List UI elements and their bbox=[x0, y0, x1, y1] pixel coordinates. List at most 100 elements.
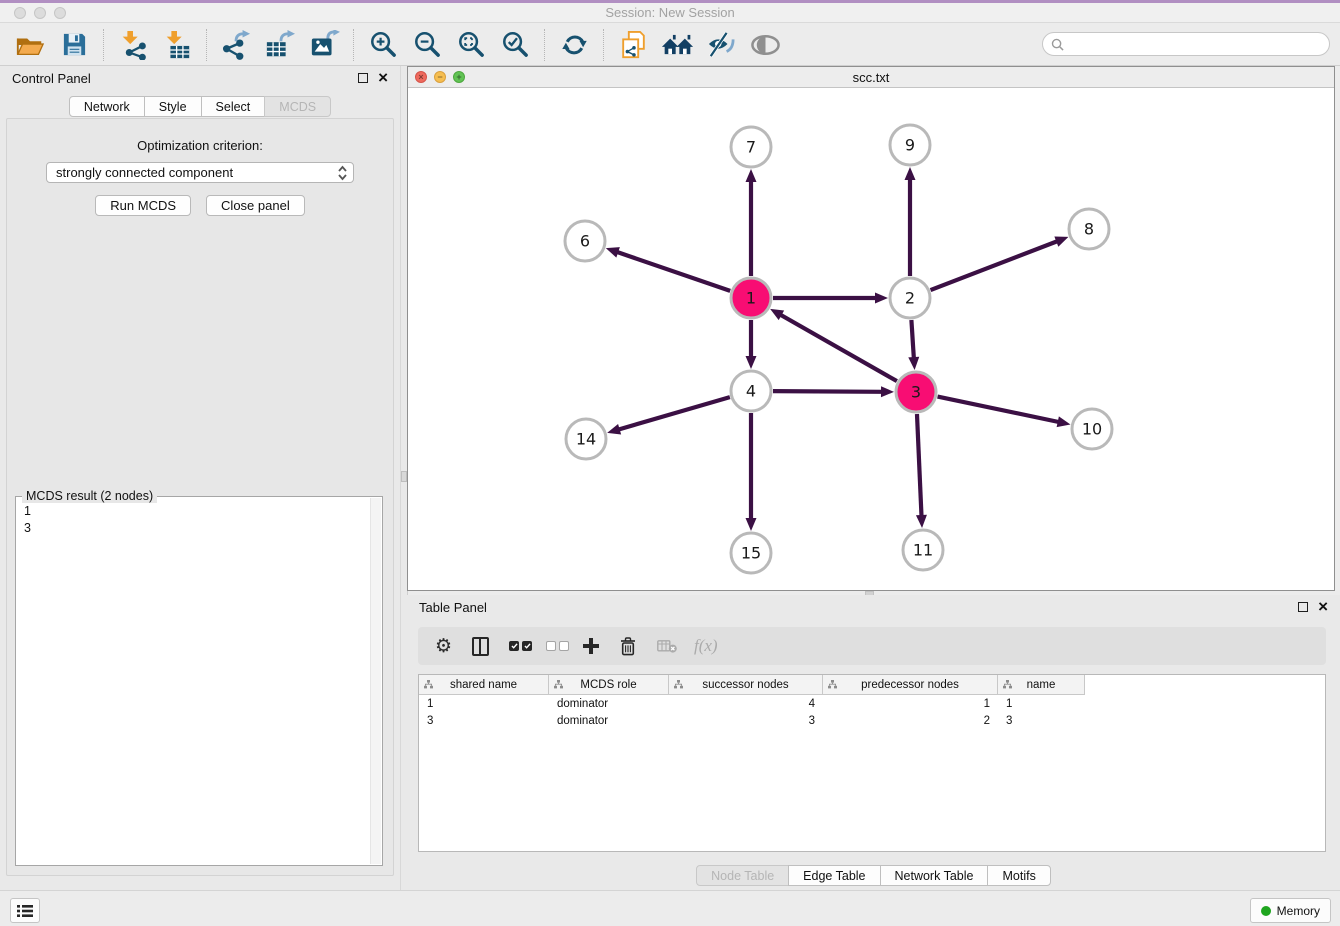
graph-node-14[interactable]: 14 bbox=[566, 419, 606, 459]
close-panel-button[interactable]: Close panel bbox=[206, 195, 305, 216]
select-all-rows-button[interactable] bbox=[509, 641, 546, 651]
import-network-button[interactable] bbox=[116, 28, 150, 62]
graph-edge-3-1[interactable] bbox=[781, 315, 897, 381]
task-history-button[interactable] bbox=[10, 898, 40, 923]
tab-network-table[interactable]: Network Table bbox=[880, 865, 989, 886]
table-cell[interactable]: 1 bbox=[823, 698, 998, 710]
delete-rows-button[interactable] bbox=[620, 637, 657, 656]
export-table-button[interactable] bbox=[263, 28, 297, 62]
tab-style[interactable]: Style bbox=[144, 96, 202, 117]
show-hide-style-button[interactable] bbox=[704, 28, 738, 62]
column-header-shared-name[interactable]: shared name bbox=[419, 675, 549, 694]
table-cell[interactable]: 1 bbox=[419, 698, 549, 710]
minimize-traffic-light[interactable]: − bbox=[434, 71, 446, 83]
graph-node-4[interactable]: 4 bbox=[731, 371, 771, 411]
graph-node-3[interactable]: 3 bbox=[896, 372, 936, 412]
search-input[interactable] bbox=[1070, 37, 1320, 51]
zoom-in-button[interactable] bbox=[366, 28, 400, 62]
svg-text:2: 2 bbox=[905, 289, 915, 308]
tab-network[interactable]: Network bbox=[69, 96, 145, 117]
column-header-name[interactable]: name bbox=[998, 675, 1085, 694]
network-window-titlebar[interactable]: × − + scc.txt bbox=[408, 67, 1334, 88]
memory-button[interactable]: Memory bbox=[1250, 898, 1331, 923]
graph-edge-2-8[interactable] bbox=[931, 241, 1058, 290]
graph-edge-3-11[interactable] bbox=[917, 414, 922, 516]
table-cell[interactable]: 2 bbox=[823, 715, 998, 727]
zoom-fit-button[interactable] bbox=[454, 28, 488, 62]
table-settings-button[interactable]: ⚙ bbox=[435, 635, 472, 657]
graph-node-15[interactable]: 15 bbox=[731, 533, 771, 573]
criterion-dropdown[interactable]: strongly connected component bbox=[46, 162, 354, 183]
graph-node-6[interactable]: 6 bbox=[565, 221, 605, 261]
graph-node-7[interactable]: 7 bbox=[731, 127, 771, 167]
mcds-result-textarea[interactable]: 13 bbox=[17, 499, 369, 864]
apply-layout-button[interactable] bbox=[557, 28, 591, 62]
graph-node-9[interactable]: 9 bbox=[890, 125, 930, 165]
close-traffic-light[interactable] bbox=[14, 7, 26, 19]
graph-edge-3-10[interactable] bbox=[938, 397, 1059, 422]
table-cell[interactable]: dominator bbox=[549, 715, 669, 727]
graph-node-10[interactable]: 10 bbox=[1072, 409, 1112, 449]
run-mcds-button[interactable]: Run MCDS bbox=[95, 195, 191, 216]
edge-arrowhead bbox=[916, 515, 927, 528]
search-field[interactable] bbox=[1042, 32, 1330, 56]
column-header-predecessor-nodes[interactable]: predecessor nodes bbox=[823, 675, 998, 694]
table-row[interactable]: 3dominator323 bbox=[419, 712, 1325, 729]
table-cell[interactable]: 3 bbox=[998, 715, 1085, 727]
graph-node-2[interactable]: 2 bbox=[890, 278, 930, 318]
zoom-selected-button[interactable] bbox=[498, 28, 532, 62]
zoom-traffic-light[interactable]: + bbox=[453, 71, 465, 83]
tab-mcds[interactable]: MCDS bbox=[264, 96, 331, 117]
column-header-successor-nodes[interactable]: successor nodes bbox=[669, 675, 823, 694]
node-table[interactable]: shared nameMCDS rolesuccessor nodesprede… bbox=[418, 674, 1326, 852]
table-cell[interactable]: 4 bbox=[669, 698, 823, 710]
create-column-button[interactable] bbox=[583, 638, 620, 654]
float-panel-icon[interactable] bbox=[1298, 602, 1308, 612]
close-panel-icon[interactable]: × bbox=[1318, 602, 1328, 612]
tab-node-table[interactable]: Node Table bbox=[696, 865, 789, 886]
network-graph[interactable]: 7 9 6 8 1 2 4 3 14 10 15 11 bbox=[408, 89, 1334, 591]
application-window: Session: New Session bbox=[0, 0, 1340, 926]
tab-edge-table[interactable]: Edge Table bbox=[788, 865, 880, 886]
graph-node-11[interactable]: 11 bbox=[903, 530, 943, 570]
memory-status-icon bbox=[1261, 906, 1271, 916]
first-neighbors-button[interactable] bbox=[660, 28, 694, 62]
export-image-button[interactable] bbox=[307, 28, 341, 62]
deselect-all-rows-button[interactable] bbox=[546, 641, 583, 651]
zoom-out-icon bbox=[413, 30, 442, 59]
close-panel-icon[interactable]: × bbox=[378, 73, 388, 83]
minimize-traffic-light[interactable] bbox=[34, 7, 46, 19]
edge-arrowhead bbox=[1057, 416, 1071, 427]
export-network-button[interactable] bbox=[219, 28, 253, 62]
table-cell[interactable]: dominator bbox=[549, 698, 669, 710]
table-cell[interactable]: 1 bbox=[998, 698, 1085, 710]
import-table-button[interactable] bbox=[160, 28, 194, 62]
zoom-traffic-light[interactable] bbox=[54, 7, 66, 19]
show-hide-preview-button[interactable] bbox=[748, 28, 782, 62]
table-row[interactable]: 1dominator411 bbox=[419, 695, 1325, 712]
table-cell[interactable]: 3 bbox=[669, 715, 823, 727]
graph-edge-4-3[interactable] bbox=[773, 391, 882, 392]
result-scrollbar[interactable] bbox=[370, 498, 381, 864]
delete-column-icon bbox=[657, 639, 677, 653]
graph-edge-2-3[interactable] bbox=[911, 320, 913, 358]
close-traffic-light[interactable]: × bbox=[415, 71, 427, 83]
float-panel-icon[interactable] bbox=[358, 73, 368, 83]
tab-motifs[interactable]: Motifs bbox=[987, 865, 1050, 886]
column-header-mcds-role[interactable]: MCDS role bbox=[549, 675, 669, 694]
graph-node-8[interactable]: 8 bbox=[1069, 209, 1109, 249]
trash-icon bbox=[620, 637, 636, 656]
show-columns-button[interactable] bbox=[472, 637, 509, 656]
open-session-button[interactable] bbox=[13, 28, 47, 62]
graph-edge-1-6[interactable] bbox=[617, 252, 730, 291]
graph-node-1[interactable]: 1 bbox=[731, 278, 771, 318]
delete-column-button bbox=[657, 639, 694, 653]
clone-network-button[interactable] bbox=[616, 28, 650, 62]
table-cell[interactable]: 3 bbox=[419, 715, 549, 727]
save-session-button[interactable] bbox=[57, 28, 91, 62]
graph-edge-4-14[interactable] bbox=[619, 397, 730, 429]
network-canvas[interactable]: 7 9 6 8 1 2 4 3 14 10 15 11 bbox=[408, 89, 1334, 590]
tab-select[interactable]: Select bbox=[201, 96, 266, 117]
zoom-out-button[interactable] bbox=[410, 28, 444, 62]
control-panel: Control Panel × NetworkStyleSelectMCDS O… bbox=[0, 66, 400, 890]
